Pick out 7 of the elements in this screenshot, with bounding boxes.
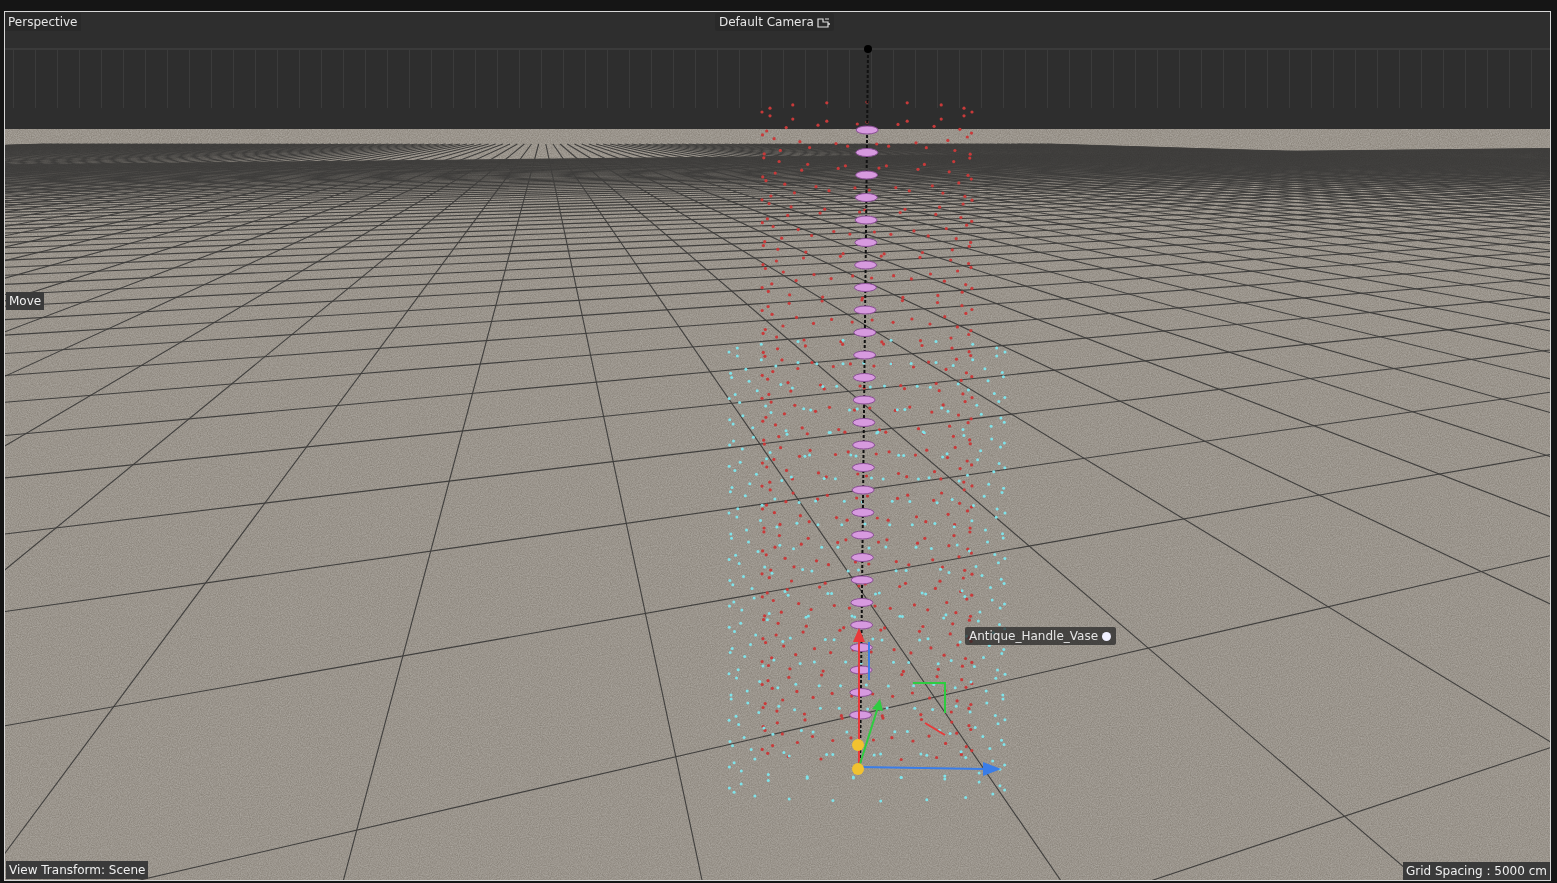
tool-name: Move — [6, 292, 45, 310]
object-label: Antique_Handle_Vase — [969, 628, 1099, 644]
grid-spacing-label: Grid Spacing : 5000 cm — [1402, 862, 1550, 880]
view-name: Perspective — [5, 13, 81, 31]
camera-icon[interactable] — [816, 16, 830, 28]
view-transform-label: View Transform: Scene — [6, 861, 149, 879]
dot-icon — [1101, 630, 1113, 642]
